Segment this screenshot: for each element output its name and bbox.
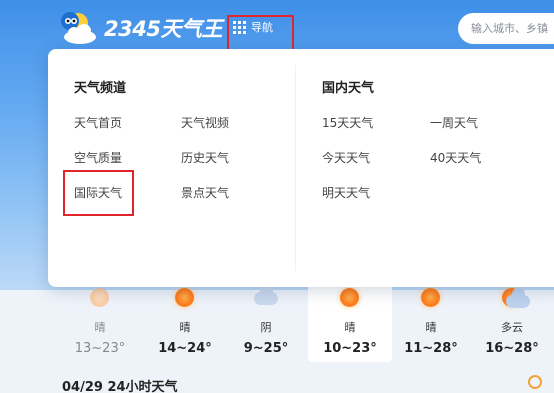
logo[interactable]: 2345天气王 [58,10,222,46]
nav-button-label: 导航 [251,21,273,34]
forecast-condition: 晴 [94,321,106,334]
menu-link-international-weather[interactable]: 国际天气 [74,184,122,201]
nav-button[interactable]: 导航 [233,19,273,35]
menu-link-week-weather[interactable]: 一周天气 [430,114,478,131]
grid-menu-icon [233,20,246,34]
forecast-day-today[interactable]: 晴 10~23° [308,284,392,356]
forecast-temp: 13~23° [74,341,126,356]
nav-dropdown-menu: 天气频道 天气首页 空气质量 国际天气 天气视频 历史天气 景点天气 国内天气 … [48,49,554,287]
forecast-strip: 晴 13~23° 晴 14~24° 阴 9~25° 晴 10~23° 晴 11~… [48,280,554,364]
logo-text: 2345天气王 [104,17,222,41]
settings-icon[interactable] [528,375,542,389]
forecast-day[interactable]: 晴 13~23° [58,284,142,356]
forecast-temp: 11~28° [404,341,458,356]
partly-cloudy-icon [497,286,530,310]
menu-link-today-weather[interactable]: 今天天气 [322,149,370,166]
section-title-domestic-weather: 国内天气 [322,81,375,96]
section-title-weather-channel: 天气频道 [74,81,127,96]
forecast-day[interactable]: 多云 16~28° [470,284,554,356]
sun-icon [335,286,365,310]
sun-icon [416,286,446,310]
cloud-icon [251,285,281,310]
menu-link-weather-video[interactable]: 天气视频 [181,114,229,131]
menu-link-weather-home[interactable]: 天气首页 [74,114,122,131]
forecast-temp: 14~24° [158,341,212,356]
forecast-condition: 晴 [344,321,356,334]
city-search-input[interactable]: 输入城市、乡镇 [458,13,554,44]
forecast-condition: 多云 [501,321,523,334]
forecast-day[interactable]: 晴 14~24° [143,284,227,356]
menu-link-air-quality[interactable]: 空气质量 [74,149,122,166]
forecast-condition: 晴 [425,321,437,334]
sun-icon [170,286,200,310]
forecast-condition: 阴 [260,321,272,334]
forecast-temp: 9~25° [243,341,289,356]
logo-mascot-icon [58,10,102,46]
menu-link-15-day-weather[interactable]: 15天天气 [322,114,373,131]
hourly-weather-title: 04/29 24小时天气 [62,380,178,393]
forecast-day[interactable]: 晴 11~28° [389,284,473,356]
sun-icon [85,286,115,310]
forecast-temp: 16~28° [485,341,539,356]
menu-link-history-weather[interactable]: 历史天气 [181,149,229,166]
menu-link-tomorrow-weather[interactable]: 明天天气 [322,184,370,201]
forecast-day[interactable]: 阴 9~25° [224,284,308,356]
forecast-temp: 10~23° [323,341,377,356]
divider [295,65,296,271]
forecast-condition: 晴 [179,321,191,334]
menu-link-40-day-weather[interactable]: 40天天气 [430,149,481,166]
menu-link-scenic-weather[interactable]: 景点天气 [181,184,229,201]
